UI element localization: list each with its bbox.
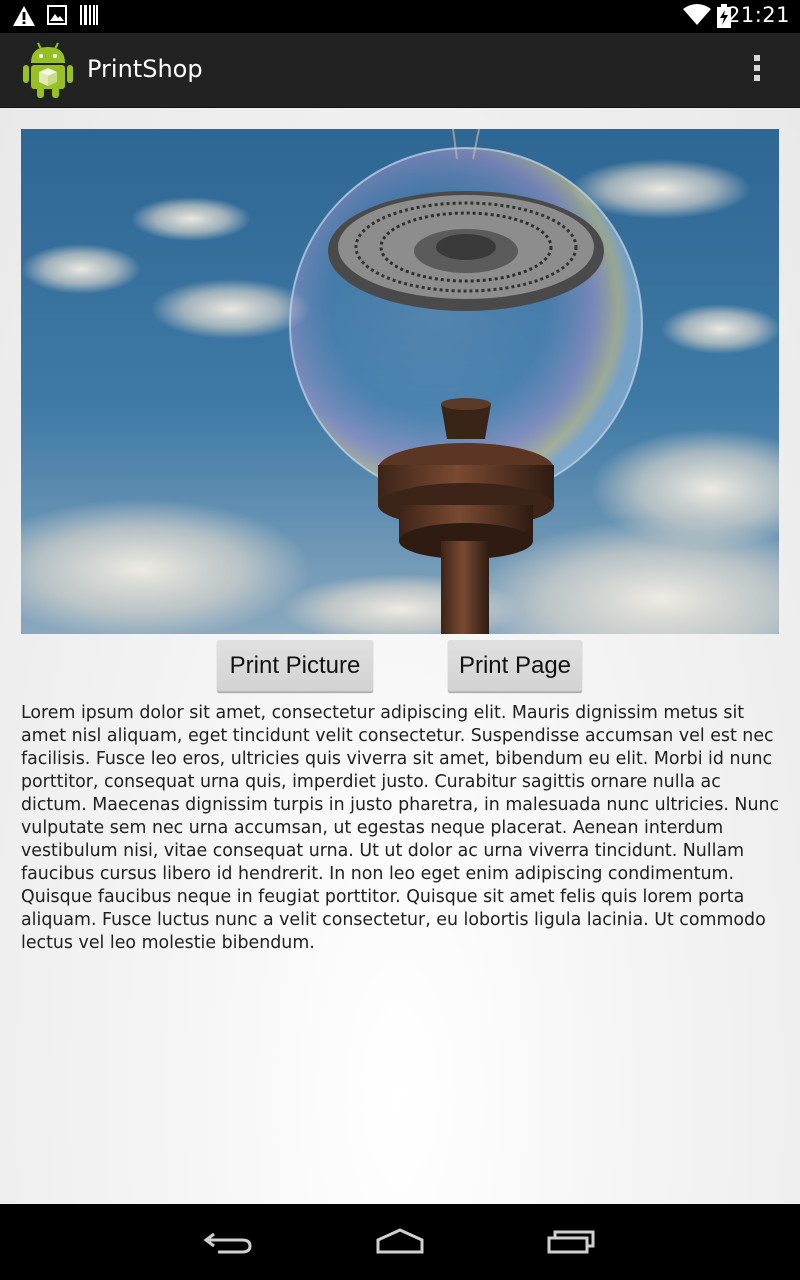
wifi-icon [683,4,711,25]
home-icon[interactable] [370,1224,430,1260]
print-page-button[interactable]: Print Page [448,640,582,692]
main-content: Print Picture Print Page Lorem ipsum dol… [0,108,800,1204]
lamp-photo [21,129,779,634]
navigation-bar [0,1204,800,1280]
android-robot-icon[interactable] [22,41,74,99]
back-icon[interactable] [200,1224,260,1260]
app-title: PrintShop [87,55,203,83]
warning-icon [13,6,35,26]
status-bar: 21:21 [0,0,800,33]
action-bar: PrintShop [0,33,800,108]
recent-apps-icon[interactable] [541,1224,601,1260]
barcode-icon [80,5,98,25]
overflow-menu-icon[interactable] [742,55,772,87]
print-picture-button[interactable]: Print Picture [217,640,373,692]
image-notification-icon [47,5,67,25]
clock: 21:21 [726,3,790,27]
body-text: Lorem ipsum dolor sit amet, consectetur … [21,703,780,953]
